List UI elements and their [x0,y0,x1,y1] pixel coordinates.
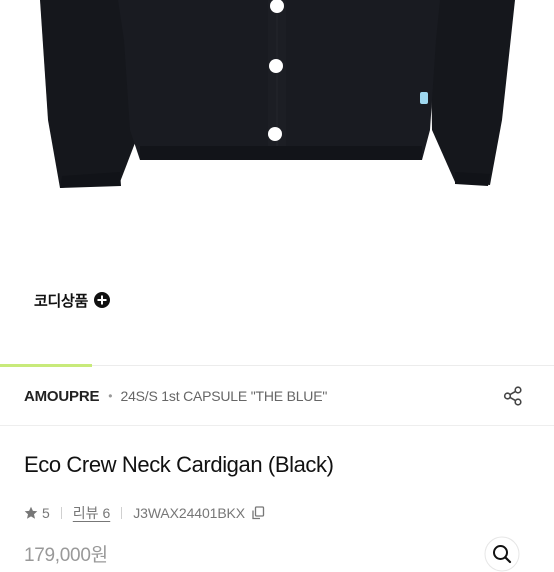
coordi-products-button[interactable]: 코디상품 [34,288,111,312]
search-icon[interactable] [484,536,520,572]
cardigan-image [40,0,515,188]
brand-row: AMOUPRE • 24S/S 1st CAPSULE "THE BLUE" [24,384,530,408]
review-link[interactable]: 리뷰 6 [73,503,110,523]
rating-value: 5 [42,505,50,521]
star-icon [24,506,38,519]
meta-separator [121,507,123,519]
separator-dot: • [108,389,113,403]
section-divider [0,425,554,426]
plus-circle-icon [94,292,111,308]
active-tab-indicator [0,364,92,367]
copy-icon[interactable] [251,506,265,520]
collection-link[interactable]: 24S/S 1st CAPSULE "THE BLUE" [120,388,327,404]
product-sku: J3WAX24401BKX [133,505,246,521]
coordi-label: 코디상품 [34,292,89,310]
product-title: Eco Crew Neck Cardigan (Black) [24,452,334,477]
product-image [0,0,554,270]
product-meta: 5 리뷰 6 J3WAX24401BKX [24,502,265,524]
meta-separator [60,507,62,519]
brand-link[interactable]: AMOUPRE [24,388,99,405]
share-icon[interactable] [502,385,524,407]
